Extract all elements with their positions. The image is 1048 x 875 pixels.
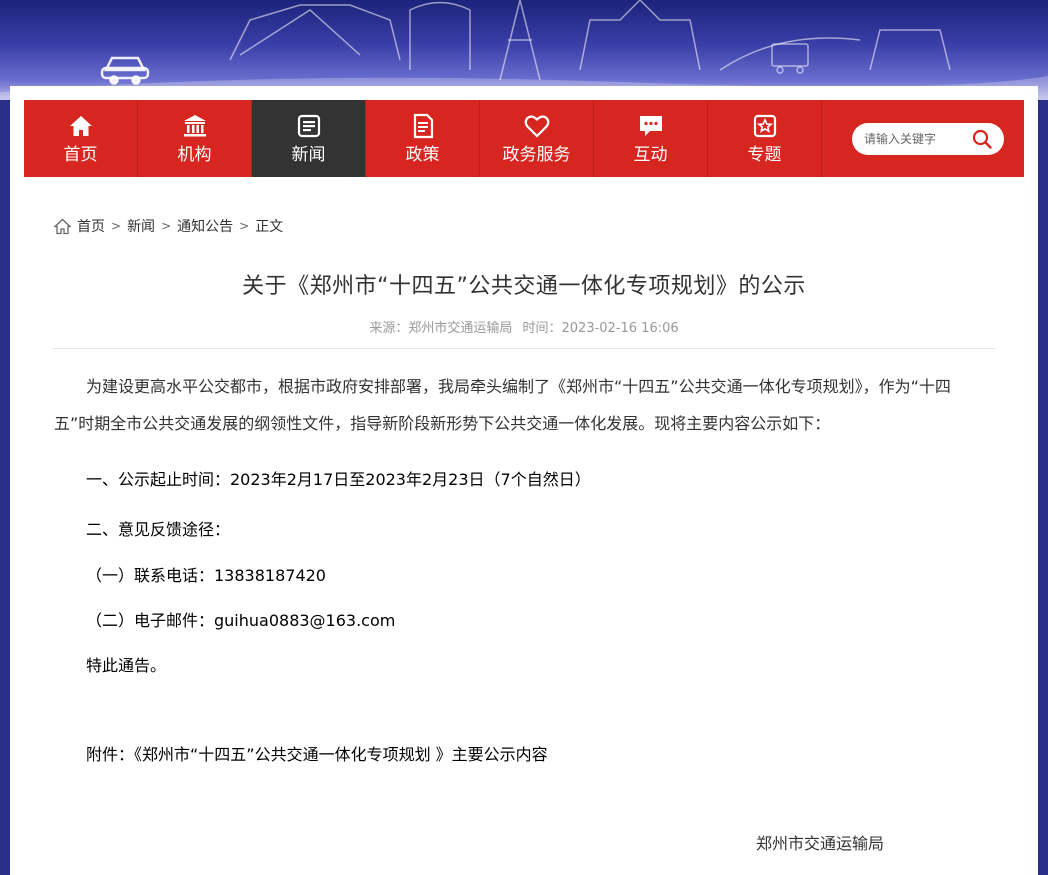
breadcrumb-home[interactable]: 首页 bbox=[77, 216, 105, 236]
institution-icon bbox=[183, 114, 206, 136]
city-skyline-graphic bbox=[0, 0, 1048, 100]
page-container: 首页 机构 新闻 政策 政务服务 互动 专题 请输入关键字 首页 > 新闻 > … bbox=[10, 86, 1038, 875]
notice-period: 一、公示起止时间：2023年2月17日至2023年2月23日（7个自然日） bbox=[86, 470, 591, 489]
article-meta: 来源：郑州市交通运输局 时间：2023-02-16 16:06 bbox=[10, 317, 1038, 336]
closing-line: 特此通告。 bbox=[86, 656, 167, 675]
nav-label: 政策 bbox=[405, 144, 440, 165]
breadcrumb-current: 正文 bbox=[255, 219, 284, 235]
nav-label: 政务服务 bbox=[502, 144, 571, 165]
article-content: 为建设更高水平公交都市，根据市政府安排部署，我局牵头编制了《郑州市“十四五”公共… bbox=[54, 368, 974, 442]
article-time: 时间：2023-02-16 16:06 bbox=[522, 321, 679, 336]
star-icon bbox=[753, 114, 776, 137]
chevron-right-icon: > bbox=[161, 219, 172, 233]
nav-item-policy[interactable]: 政策 bbox=[366, 100, 480, 177]
nav-item-interaction[interactable]: 互动 bbox=[594, 100, 708, 177]
nav-label: 互动 bbox=[633, 144, 668, 165]
nav-label: 新闻 bbox=[291, 144, 326, 165]
article-source: 来源：郑州市交通运输局 bbox=[369, 321, 513, 336]
search-box bbox=[852, 123, 1004, 155]
signature: 郑州市交通运输局 bbox=[756, 834, 885, 853]
heart-icon bbox=[524, 114, 549, 138]
article-title: 关于《郑州市“十四五”公共交通一体化专项规划》的公示 bbox=[242, 274, 806, 299]
attachment-link[interactable]: 附件：《郑州市“十四五”公共交通一体化专项规划 》主要公示内容 bbox=[86, 741, 548, 765]
main-nav: 首页 机构 新闻 政策 政务服务 互动 专题 请输入关键字 bbox=[24, 100, 1024, 177]
nav-label: 机构 bbox=[177, 144, 212, 165]
car-icon bbox=[100, 56, 150, 85]
home-outline-icon bbox=[54, 218, 71, 234]
header-banner bbox=[0, 0, 1048, 100]
nav-label: 首页 bbox=[63, 144, 98, 165]
breadcrumb: 首页 > 新闻 > 通知公告 > 正文 bbox=[54, 216, 283, 236]
nav-item-special-topic[interactable]: 专题 bbox=[708, 100, 822, 177]
home-icon bbox=[69, 115, 92, 136]
contact-email: （二）电子邮件：guihua0883@163.com bbox=[86, 611, 396, 630]
contact-phone: （一）联系电话：13838187420 bbox=[86, 566, 326, 585]
title-divider bbox=[52, 348, 996, 349]
news-icon bbox=[297, 114, 320, 137]
search-icon[interactable] bbox=[972, 129, 992, 149]
chevron-right-icon: > bbox=[239, 219, 250, 233]
search-input[interactable] bbox=[864, 132, 974, 146]
feedback-heading: 二、意见反馈途径： bbox=[86, 520, 231, 539]
nav-item-institution[interactable]: 机构 bbox=[138, 100, 252, 177]
chevron-right-icon: > bbox=[111, 219, 122, 233]
breadcrumb-news[interactable]: 新闻 bbox=[127, 216, 155, 236]
nav-item-gov-service[interactable]: 政务服务 bbox=[480, 100, 594, 177]
nav-item-news[interactable]: 新闻 bbox=[252, 100, 366, 177]
breadcrumb-notices[interactable]: 通知公告 bbox=[177, 216, 233, 236]
article-paragraph: 为建设更高水平公交都市，根据市政府安排部署，我局牵头编制了《郑州市“十四五”公共… bbox=[54, 377, 951, 433]
nav-label: 专题 bbox=[747, 144, 782, 165]
chat-icon bbox=[639, 115, 662, 136]
policy-icon bbox=[413, 113, 433, 138]
nav-item-home[interactable]: 首页 bbox=[24, 100, 138, 177]
